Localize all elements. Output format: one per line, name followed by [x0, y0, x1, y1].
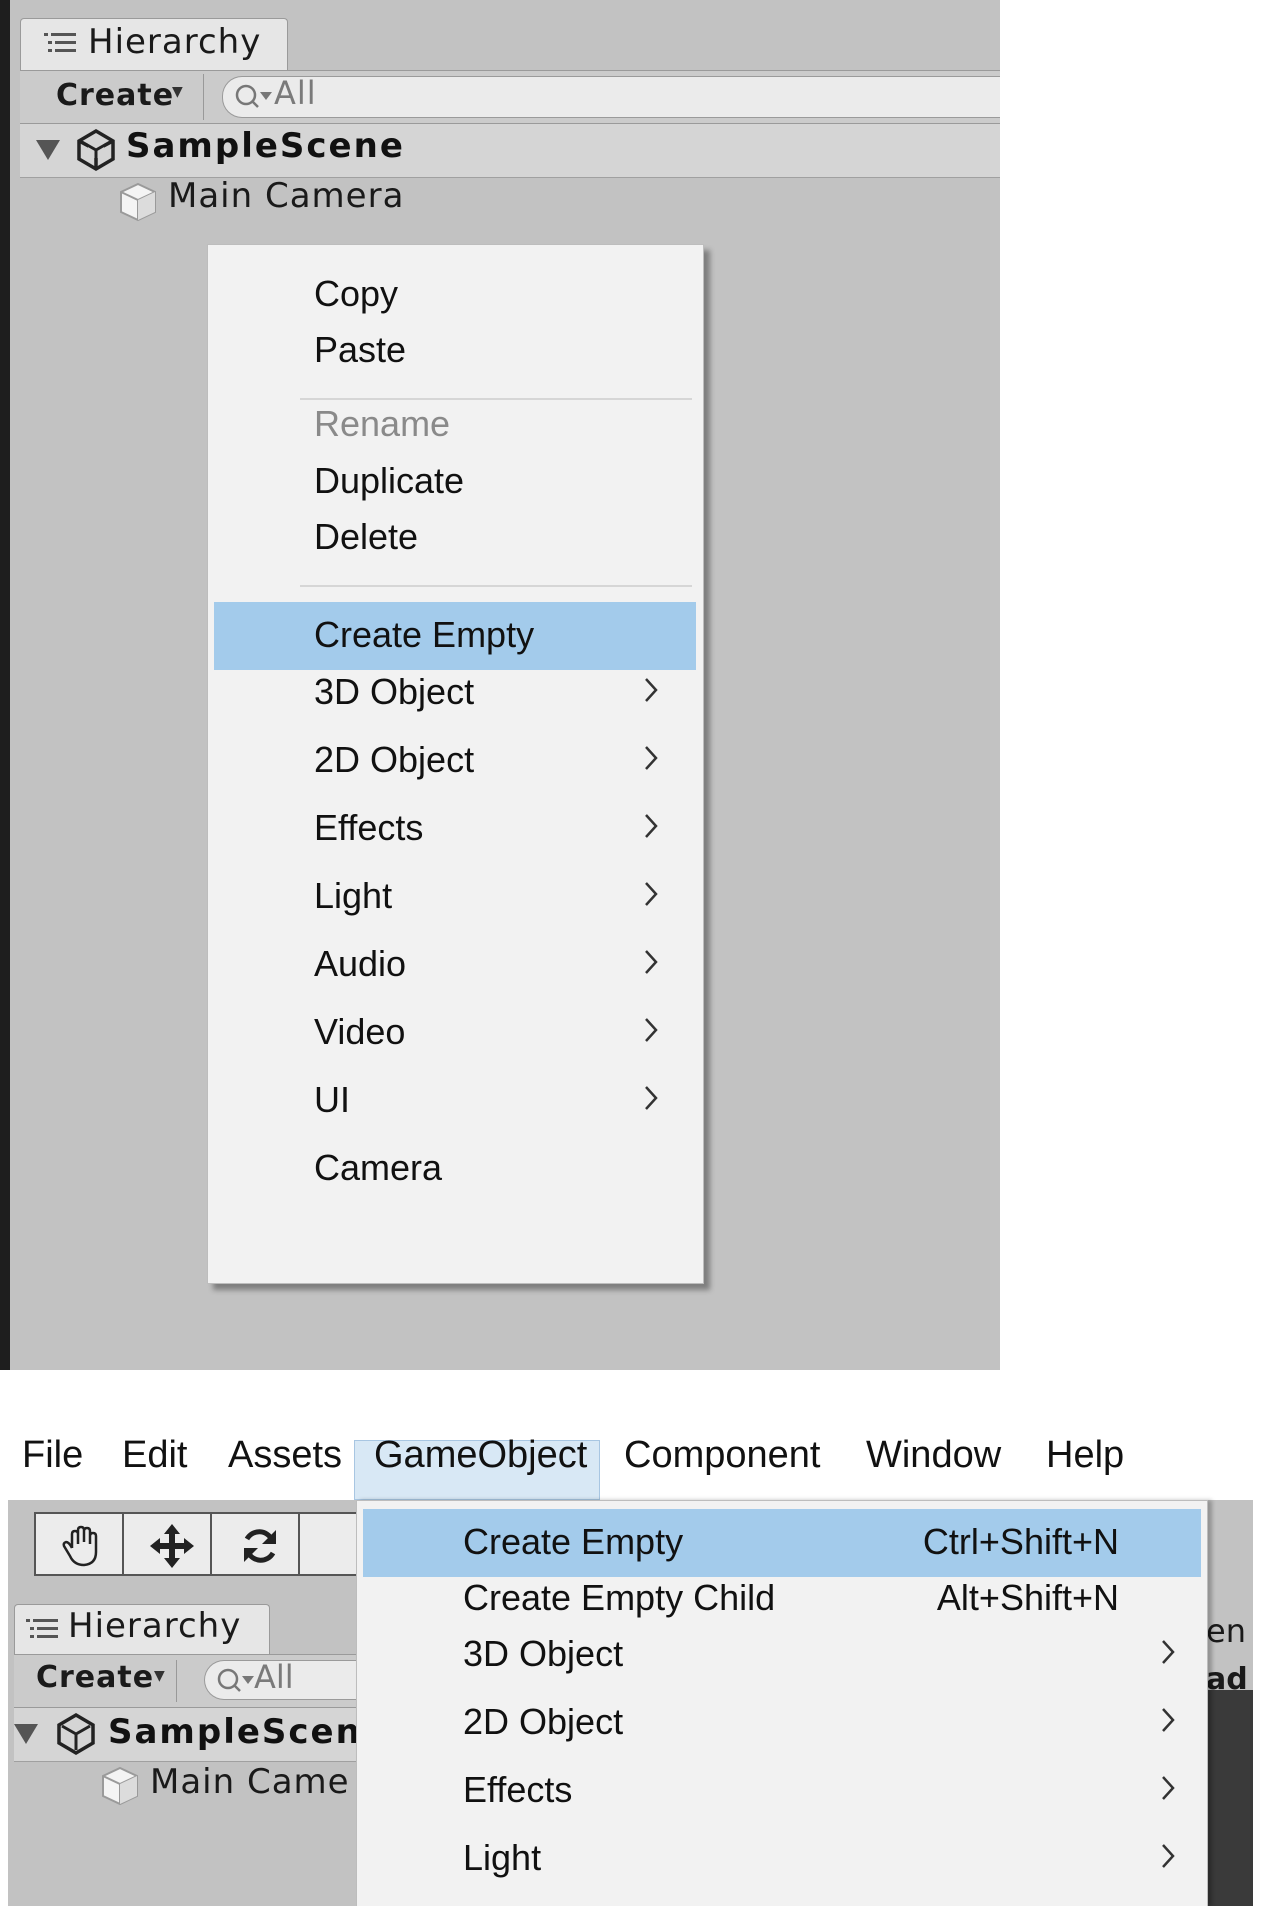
chevron-right-icon [1162, 1640, 1175, 1664]
menu-item-effects[interactable]: Effects [357, 1757, 1207, 1825]
hand-tool-button[interactable] [34, 1512, 132, 1576]
menu-item-label: Paste [314, 329, 407, 370]
fold-arrow-icon[interactable] [36, 140, 60, 160]
menu-help[interactable]: Help [1046, 1434, 1124, 1477]
menu-item-label: Light [314, 875, 393, 916]
rotate-icon [244, 1529, 276, 1563]
move-arrows-icon [150, 1524, 194, 1568]
menu-item-shortcut: Ctrl+Shift+N [922, 1521, 1119, 1562]
menu-edit[interactable]: Edit [122, 1434, 187, 1477]
chevron-right-icon [645, 746, 658, 770]
menu-item-light[interactable]: Light [208, 863, 703, 931]
main-camera-item[interactable]: Main Camera [168, 176, 404, 216]
menu-item-label: 3D Object [314, 671, 475, 712]
fold-arrow-icon[interactable] [14, 1724, 38, 1744]
chevron-right-icon [1162, 1844, 1175, 1868]
menu-item-label: Create Empty [463, 1521, 684, 1562]
hierarchy-list-icon [26, 1619, 58, 1638]
menu-item-label: Camera [314, 1147, 443, 1188]
create-dropdown-label: Create [56, 78, 175, 113]
unity-scene-icon [77, 128, 115, 172]
scene-name: SampleScen [108, 1712, 362, 1752]
menu-item-label: Effects [463, 1769, 573, 1810]
menu-item-delete[interactable]: Delete [208, 504, 703, 572]
menu-item-audio[interactable]: Audio [208, 931, 703, 999]
chevron-down-icon: ▼ [172, 84, 183, 100]
chevron-right-icon [645, 882, 658, 906]
menu-gameobject[interactable]: GameObject [374, 1434, 587, 1477]
search-icon [235, 84, 272, 108]
menu-item-label: Copy [314, 273, 399, 314]
menu-window[interactable]: Window [866, 1434, 1001, 1477]
search-input[interactable] [222, 76, 1000, 118]
right-panel-text: en [1206, 1612, 1246, 1650]
gameobject-cube-icon [120, 182, 156, 222]
menu-item-3d-object[interactable]: 3D Object [357, 1621, 1207, 1689]
unity-scene-icon [57, 1712, 95, 1756]
chevron-right-icon [645, 1086, 658, 1110]
search-filter-text: All [274, 74, 317, 112]
menu-file[interactable]: File [22, 1434, 83, 1477]
menu-item-3d-object[interactable]: 3D Object [208, 659, 703, 727]
menu-item-2d-object[interactable]: 2D Object [357, 1689, 1207, 1757]
menu-item-effects[interactable]: Effects [208, 795, 703, 863]
menu-item-label: Delete [314, 516, 419, 557]
chevron-right-icon [645, 678, 658, 702]
menu-item-label: 2D Object [463, 1701, 624, 1742]
tab-hierarchy-label: Hierarchy [68, 1606, 242, 1646]
hierarchy-context-screenshot: Hierarchy Create ▼ All SampleScene Main … [0, 0, 1000, 1370]
chevron-down-icon: ▼ [154, 1668, 165, 1684]
menu-item-label: Create Empty [314, 614, 535, 655]
chevron-right-icon [645, 950, 658, 974]
menu-component[interactable]: Component [624, 1434, 820, 1477]
menu-item-light[interactable]: Light [357, 1825, 1207, 1893]
menu-separator [300, 585, 692, 587]
scene-name: SampleScene [126, 126, 405, 166]
chevron-right-icon [645, 1018, 658, 1042]
menu-item-2d-object[interactable]: 2D Object [208, 727, 703, 795]
menu-item-label: Create Empty Child [463, 1577, 776, 1618]
chevron-right-icon [645, 814, 658, 838]
main-camera-item[interactable]: Main Came [150, 1762, 350, 1802]
create-dropdown-button[interactable]: Create [36, 1660, 154, 1695]
menu-item-label: Video [314, 1011, 406, 1052]
gameobject-cube-icon [102, 1766, 138, 1806]
menu-item-label: 3D Object [463, 1633, 624, 1674]
rotate-tool-button[interactable] [210, 1512, 308, 1576]
chevron-right-icon [1162, 1708, 1175, 1732]
menu-item-video[interactable]: Video [208, 999, 703, 1067]
editor-left-edge [0, 0, 10, 1370]
transform-tools [34, 1512, 368, 1580]
menu-item-label: Rename [314, 403, 451, 444]
search-icon [217, 1668, 254, 1692]
hand-icon [62, 1525, 98, 1567]
menu-item-label: 2D Object [314, 739, 475, 780]
menu-item-paste[interactable]: Paste [208, 317, 703, 385]
toolbar-divider [176, 1660, 177, 1702]
menu-item-label: Duplicate [314, 460, 465, 501]
menu-item-label: Light [463, 1837, 542, 1878]
gameobject-dropdown-menu: Create Empty Ctrl+Shift+N Create Empty C… [356, 1500, 1208, 1906]
scene-view-partial [1206, 1690, 1253, 1906]
search-filter-text: All [254, 1658, 294, 1696]
menu-item-ui[interactable]: UI [208, 1067, 703, 1135]
context-menu: Copy Paste Rename Duplicate Delete Creat… [207, 244, 704, 1284]
right-panel-text: ad [1206, 1662, 1248, 1697]
chevron-right-icon [1162, 1776, 1175, 1800]
tab-hierarchy-label: Hierarchy [88, 22, 262, 62]
menu-item-label: Effects [314, 807, 424, 848]
menu-item-label: UI [314, 1079, 350, 1120]
hierarchy-list-icon [44, 33, 76, 52]
menu-assets[interactable]: Assets [228, 1434, 342, 1477]
menu-item-camera[interactable]: Camera [208, 1135, 703, 1203]
menu-item-label: Audio [314, 943, 407, 984]
menu-item-shortcut: Alt+Shift+N [936, 1577, 1119, 1618]
move-tool-button[interactable] [122, 1512, 220, 1576]
